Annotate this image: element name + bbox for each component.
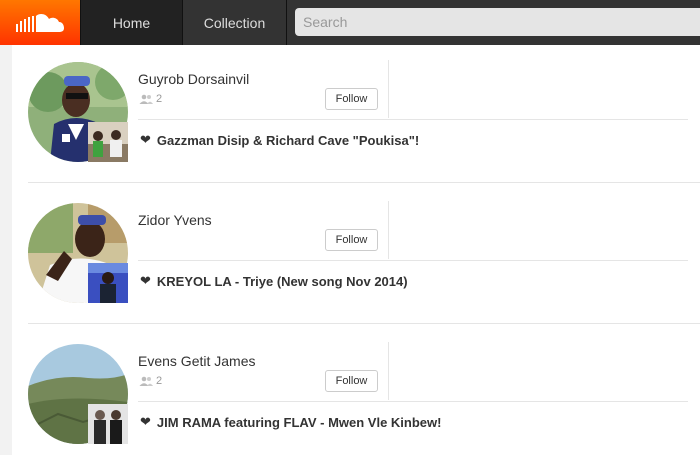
divider [138,119,688,120]
heart-icon: ❤ [140,414,151,429]
track-artwork-thumbnail[interactable] [88,263,128,303]
liked-track[interactable]: ❤ JIM RAMA featuring FLAV - Mwen Vle Kin… [140,414,441,430]
nav-home-tab[interactable]: Home [80,0,183,45]
suggestion-card: Evens Getit James 2 Follow ❤ JIM RAMA fe… [28,327,688,447]
follower-count: 2 [139,93,162,105]
divider [388,342,389,400]
liked-track-title: Gazzman Disip & Richard Cave "Poukisa"! [156,132,420,148]
user-name[interactable]: Guyrob Dorsainvil [138,71,249,87]
follow-button[interactable]: Follow [325,229,378,251]
suggestion-card: Zidor Yvens Follow ❤ KREYOL LA - Triye (… [28,186,688,306]
soundcloud-cloud-icon [16,13,64,32]
liked-track[interactable]: ❤ KREYOL LA - Triye (New song Nov 2014) [140,273,408,289]
liked-track-title: JIM RAMA featuring FLAV - Mwen Vle Kinbe… [156,414,442,430]
liked-track-title: KREYOL LA - Triye (New song Nov 2014) [156,273,408,289]
user-name[interactable]: Evens Getit James [138,353,256,369]
divider [138,260,688,261]
suggestion-card: Guyrob Dorsainvil 2 Follow ❤ Gazzman Dis… [28,45,688,165]
card-divider [28,182,700,183]
search-container [287,0,700,45]
follower-count: 2 [139,375,162,387]
follower-count-value: 2 [156,93,163,105]
heart-icon: ❤ [140,273,151,288]
follow-button[interactable]: Follow [325,88,378,110]
divider [388,60,389,118]
soundcloud-logo[interactable] [0,0,80,45]
followers-icon [139,94,153,104]
track-artwork-thumbnail[interactable] [88,404,128,444]
track-artwork-thumbnail[interactable] [88,122,128,162]
nav-collection-label: Collection [203,14,266,31]
top-navigation-bar: Home Collection [0,0,700,45]
followers-icon [139,376,153,386]
divider [138,401,688,402]
nav-collection-tab[interactable]: Collection [183,0,287,45]
card-divider [28,323,700,324]
follow-button[interactable]: Follow [325,370,378,392]
follower-count-value: 2 [156,375,163,387]
divider [388,201,389,259]
left-gutter [0,45,12,455]
user-name[interactable]: Zidor Yvens [138,212,212,228]
liked-track[interactable]: ❤ Gazzman Disip & Richard Cave "Poukisa"… [140,132,419,148]
nav-home-label: Home [112,14,151,31]
heart-icon: ❤ [140,132,151,147]
search-input[interactable] [295,8,700,36]
